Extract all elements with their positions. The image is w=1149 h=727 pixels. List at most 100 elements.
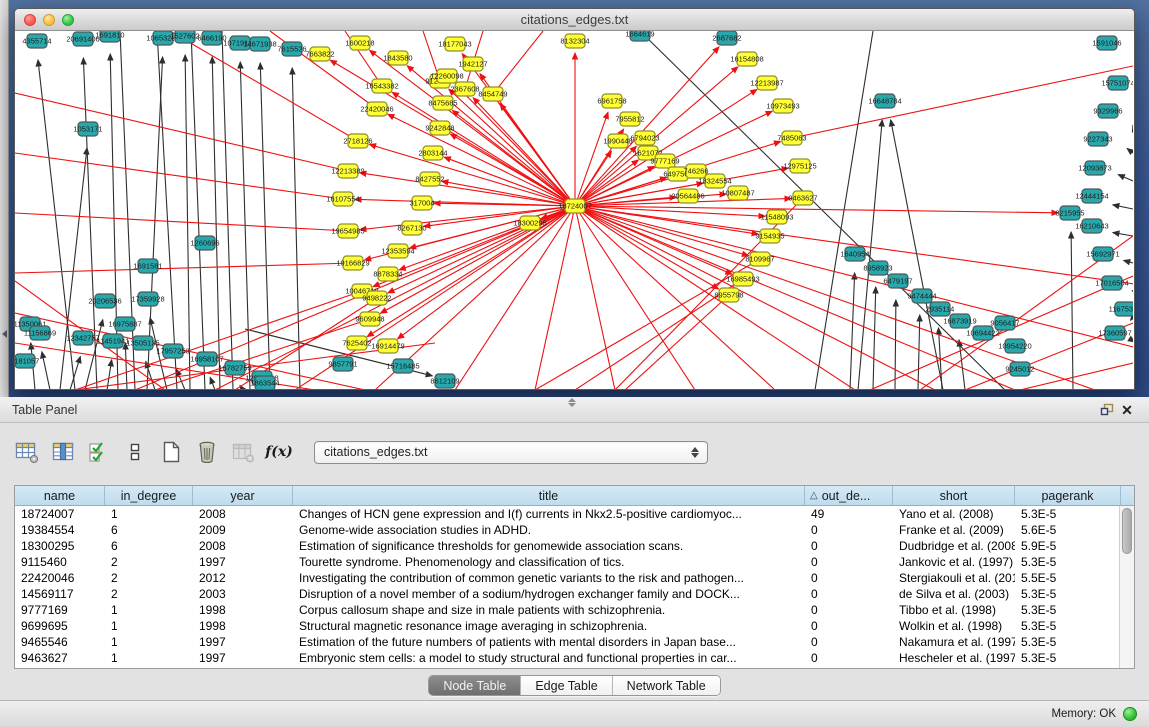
table-cell[interactable]: 5.5E-5 [1015,570,1121,586]
table-cell[interactable]: 5.9E-5 [1015,538,1121,554]
graph-edge[interactable] [42,352,50,389]
graph-node[interactable]: 13505135 [126,336,159,350]
graph-node[interactable]: 2718126 [343,134,372,148]
graph-edge[interactable] [410,206,575,248]
table-cell[interactable]: Tibbo et al. (1998) [893,602,1015,618]
graph-edge[interactable] [107,360,112,389]
graph-edge[interactable] [575,160,638,206]
graph-node[interactable]: 7485063 [777,131,806,145]
table-row[interactable]: 1830029562008Estimation of significance … [15,538,1134,554]
graph-edge[interactable] [918,315,920,389]
graph-edge[interactable] [157,31,177,389]
table-cell[interactable]: 0 [805,586,893,602]
graph-node[interactable]: 17957253 [156,344,189,358]
graph-node[interactable]: 22420046 [360,102,393,116]
graph-edge[interactable] [210,377,215,389]
graph-edge[interactable] [850,273,855,389]
graph-edge[interactable] [1118,175,1133,181]
graph-edge[interactable] [575,206,775,389]
table-cell[interactable]: 5.3E-5 [1015,554,1121,570]
create-column-icon[interactable] [156,437,186,467]
graph-node[interactable]: 12093873 [1078,161,1111,175]
graph-node[interactable]: 11675318 [1109,302,1133,316]
table-cell[interactable]: Embryonic stem cells: a model to study s… [293,650,805,666]
graph-node[interactable]: 12353594 [381,244,414,258]
graph-edge[interactable] [895,300,896,389]
table-cell[interactable]: 1 [105,650,193,666]
graph-node[interactable]: 10694422 [966,326,999,340]
table-row[interactable]: 977716911998Corpus callosum shape and si… [15,602,1134,618]
graph-node[interactable]: 16543382 [365,79,398,93]
table-cell[interactable]: 2012 [193,570,293,586]
table-cell[interactable]: Changes of HCN gene expression and I(f) … [293,506,805,522]
graph-node[interactable]: 1843580 [383,51,412,65]
graph-node[interactable]: 9227343 [1083,132,1112,146]
table-row[interactable]: 969969511998Structural magnetic resonanc… [15,618,1134,634]
table-cell[interactable]: 1997 [193,634,293,650]
function-builder-icon[interactable]: f(x) [264,437,294,467]
graph-node[interactable]: 11156869 [24,326,56,340]
memory-ok-indicator[interactable] [1123,707,1137,721]
graph-node[interactable]: 17359928 [131,292,164,306]
table-cell[interactable]: 2009 [193,522,293,538]
table-cell[interactable]: 19384554 [15,522,105,538]
graph-edge[interactable] [535,206,575,389]
table-cell[interactable]: Structural magnetic resonance image aver… [293,618,805,634]
table-cell[interactable]: 5.3E-5 [1015,618,1121,634]
graph-node[interactable]: 9474444 [907,289,936,303]
select-columns-icon[interactable] [84,437,114,467]
tab-edge-table[interactable]: Edge Table [521,676,612,695]
table-row[interactable]: 946362711997Embryonic stem cells: a mode… [15,650,1134,666]
graph-node[interactable]: 1990448 [603,134,632,148]
table-cell[interactable]: 22420046 [15,570,105,586]
table-selector-dropdown[interactable]: citations_edges.txt [314,441,708,464]
table-cell[interactable]: 5.3E-5 [1015,602,1121,618]
graph-edge[interactable] [449,89,575,206]
graph-edge[interactable] [15,213,348,231]
graph-node[interactable]: 8109967 [745,252,774,266]
table-cell[interactable]: 2003 [193,586,293,602]
graph-node[interactable]: 9242848 [425,121,454,135]
graph-edge[interactable] [575,206,1015,389]
graph-node[interactable]: 12444154 [1075,189,1108,203]
graph-node[interactable]: 1053171 [73,122,102,136]
close-button[interactable] [24,14,36,26]
graph-node[interactable]: 6479197 [883,274,912,288]
graph-node[interactable]: 8958923 [863,261,892,275]
table-row[interactable]: 911546021997Tourette syndrome. Phenomeno… [15,554,1134,570]
graph-node[interactable]: 6961758 [597,94,626,108]
graph-edge[interactable] [493,31,543,94]
tab-node-table[interactable]: Node Table [429,676,521,695]
table-cell[interactable]: 5.3E-5 [1015,634,1121,650]
table-cell[interactable]: Wolkin et al. (1998) [893,618,1015,634]
table-cell[interactable]: Disruption of a novel member of a sodium… [293,586,805,602]
table-cell[interactable]: Nakamura et al. (1997) [893,634,1015,650]
table-cell[interactable]: 0 [805,554,893,570]
column-header-out-de-[interactable]: △out_de... [805,486,893,505]
show-columns-icon[interactable] [48,437,78,467]
delete-column-icon[interactable] [192,437,222,467]
graph-node[interactable]: 11451941 [97,334,130,348]
graph-edge[interactable] [60,148,87,389]
row-height-icon[interactable] [120,437,150,467]
table-cell[interactable]: 0 [805,618,893,634]
graph-node[interactable]: 1181057 [15,354,39,368]
graph-node[interactable]: 9154935 [755,229,784,243]
table-cell[interactable]: 1997 [193,554,293,570]
panel-splitter-handle[interactable] [566,398,578,406]
table-cell[interactable]: 1998 [193,602,293,618]
table-cell[interactable]: 9699695 [15,618,105,634]
graph-edge[interactable] [792,66,1133,138]
table-cell[interactable]: 1 [105,634,193,650]
graph-edge[interactable] [873,287,876,389]
graph-node[interactable]: 1691581 [133,259,162,273]
table-cell[interactable]: 18300295 [15,538,105,554]
graph-node[interactable]: 8132304 [560,34,589,48]
graph-node[interactable]: 2803144 [418,146,447,160]
table-cell[interactable]: de Silva et al. (2003) [893,586,1015,602]
graph-node[interactable]: 9857791 [328,357,357,371]
table-cell[interactable]: 1998 [193,618,293,634]
graph-edge[interactable] [575,206,1133,286]
graph-node[interactable]: 2687682 [712,31,741,45]
table-cell[interactable]: 0 [805,602,893,618]
